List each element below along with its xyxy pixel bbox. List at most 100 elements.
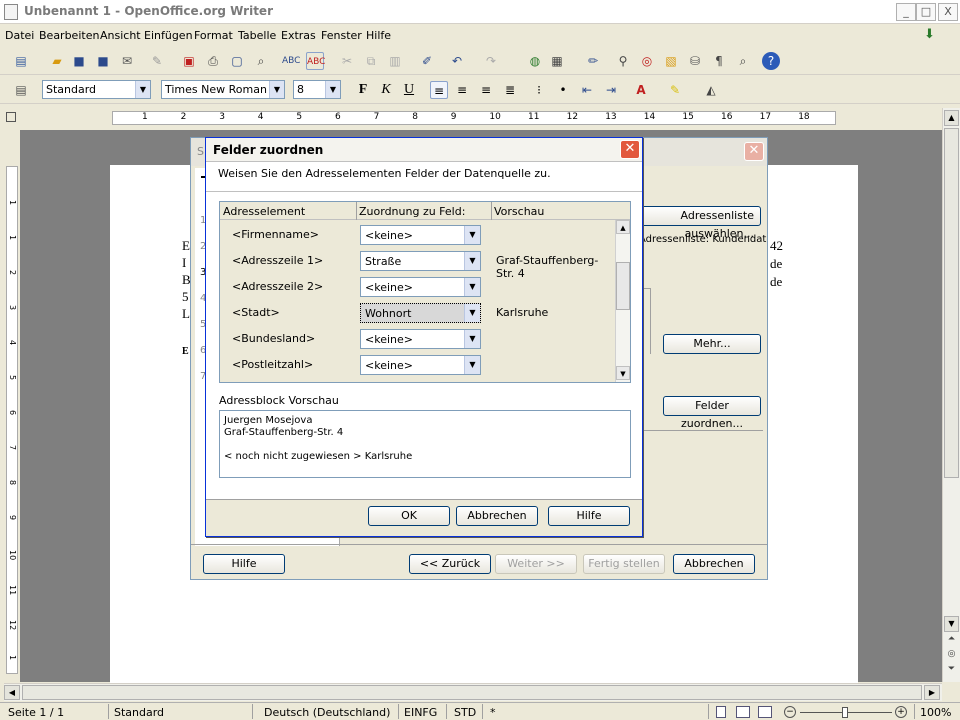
scrollbar-thumb[interactable] [944, 128, 959, 478]
page-style[interactable]: Standard [114, 706, 164, 719]
field-select[interactable]: <keine> ▼ [360, 225, 481, 245]
cut-icon[interactable]: ✂ [338, 52, 356, 70]
scroll-down-icon[interactable]: ▼ [944, 616, 959, 632]
wizard-close-icon[interactable]: ✕ [744, 142, 764, 161]
insert-mode[interactable]: EINFG [404, 706, 437, 719]
previous-page-icon[interactable]: ⏶ [944, 634, 959, 648]
chevron-down-icon[interactable]: ▼ [464, 304, 480, 322]
chevron-down-icon[interactable]: ▼ [325, 81, 340, 98]
bold-button[interactable]: F [354, 81, 372, 99]
align-right-icon[interactable]: ≡ [477, 81, 495, 99]
align-center-icon[interactable]: ≡ [453, 81, 471, 99]
bullets-icon[interactable]: • [554, 81, 572, 99]
font-size-combo[interactable]: 8 ▼ [293, 80, 341, 99]
selection-mode[interactable]: STD [454, 706, 476, 719]
assign-fields-button[interactable]: Felder zuordnen... [663, 396, 761, 430]
language-indicator[interactable]: Deutsch (Deutschland) [264, 706, 390, 719]
table-icon[interactable]: ▦ [548, 52, 566, 70]
data-sources-icon[interactable]: ⛁ [686, 52, 704, 70]
paste-icon[interactable]: ▥ [386, 52, 404, 70]
select-address-list-button[interactable]: Adressenliste auswählen... [637, 206, 761, 240]
export-pdf-icon[interactable]: ▣ [180, 52, 198, 70]
close-window-button[interactable]: X [938, 3, 958, 21]
wizard-cancel-button[interactable]: Abbrechen [673, 554, 755, 574]
underline-button[interactable]: U [400, 81, 418, 99]
table-scrollbar[interactable]: ▲ ▼ [615, 220, 630, 382]
email-icon[interactable]: ✉ [118, 52, 136, 70]
help-button[interactable]: Hilfe [548, 506, 630, 526]
navigation-icon[interactable]: ◎ [944, 649, 959, 663]
book-view-icon[interactable] [758, 706, 772, 718]
font-name-combo[interactable]: Times New Roman ▼ [161, 80, 285, 99]
wizard-next-button[interactable]: Weiter >> [495, 554, 577, 574]
zoom-level[interactable]: 100% [920, 706, 951, 719]
wizard-finish-button[interactable]: Fertig stellen [583, 554, 665, 574]
zoom-slider-handle[interactable] [842, 707, 848, 718]
navigator-icon[interactable]: ◎ [638, 52, 656, 70]
column-header-field[interactable]: Zuordnung zu Feld: [359, 205, 465, 218]
zoom-out-icon[interactable]: − [784, 706, 796, 718]
field-select[interactable]: <keine> ▼ [360, 355, 481, 375]
spellcheck-icon[interactable]: ABC [282, 52, 300, 70]
chevron-down-icon[interactable]: ▼ [269, 81, 284, 98]
scroll-up-icon[interactable]: ▲ [616, 220, 630, 234]
open-icon[interactable]: ▰ [48, 52, 66, 70]
print-icon[interactable]: ⎙ [204, 52, 222, 70]
paragraph-style-combo[interactable]: Standard ▼ [42, 80, 151, 99]
new-document-icon[interactable]: ▤ [12, 52, 30, 70]
scroll-left-icon[interactable]: ◀ [4, 685, 20, 700]
justify-icon[interactable]: ≣ [501, 81, 519, 99]
chevron-down-icon[interactable]: ▼ [464, 356, 480, 374]
help-icon[interactable]: ? [762, 52, 780, 70]
menu-tabelle[interactable]: Tabelle [238, 29, 276, 42]
gallery-icon[interactable]: ▧ [662, 52, 680, 70]
align-left-icon[interactable]: ≡ [430, 81, 448, 99]
single-page-view-icon[interactable] [716, 706, 726, 718]
zoom-icon[interactable]: ⌕ [734, 52, 752, 70]
minimize-button[interactable]: _ [896, 3, 916, 21]
field-select[interactable]: <keine> ▼ [360, 277, 481, 297]
numbering-icon[interactable]: ⁝ [530, 81, 548, 99]
scroll-down-icon[interactable]: ▼ [616, 366, 630, 380]
table-scrollbar-thumb[interactable] [616, 262, 630, 310]
tab-stop-selector[interactable] [6, 112, 16, 122]
edit-mode-icon[interactable]: ✎ [148, 52, 166, 70]
chevron-down-icon[interactable]: ▼ [135, 81, 150, 98]
increase-indent-icon[interactable]: ⇥ [602, 81, 620, 99]
copy-icon[interactable]: ⧉ [362, 52, 380, 70]
font-color-icon[interactable]: A [632, 81, 650, 99]
menu-fenster[interactable]: Fenster [321, 29, 362, 42]
download-update-icon[interactable]: ⬇ [924, 27, 940, 43]
decrease-indent-icon[interactable]: ⇤ [578, 81, 596, 99]
menu-bearbeiten[interactable]: Bearbeiten [39, 29, 99, 42]
scroll-up-icon[interactable]: ▲ [944, 110, 959, 126]
menu-extras[interactable]: Extras [281, 29, 316, 42]
find-replace-icon[interactable]: ⚲ [614, 52, 632, 70]
formatting-marks-icon[interactable]: ¶ [710, 52, 728, 70]
vertical-scrollbar[interactable]: ▲ ▼ ⏶ ◎ ⏷ [942, 108, 960, 682]
ok-button[interactable]: OK [368, 506, 450, 526]
save-icon[interactable]: ■ [70, 52, 88, 70]
more-button[interactable]: Mehr... [663, 334, 761, 354]
styles-formatting-icon[interactable]: ▤ [12, 81, 30, 99]
hscroll-thumb[interactable] [22, 685, 922, 700]
chevron-down-icon[interactable]: ▼ [464, 330, 480, 348]
menu-einfuegen[interactable]: Einfügen [144, 29, 193, 42]
zoom-preview-icon[interactable]: ⌕ [252, 52, 270, 70]
menu-format[interactable]: Format [194, 29, 233, 42]
chevron-down-icon[interactable]: ▼ [464, 278, 480, 296]
format-paintbrush-icon[interactable]: ✐ [418, 52, 436, 70]
redo-icon[interactable]: ↷ [482, 52, 500, 70]
background-color-icon[interactable]: ◭ [702, 81, 720, 99]
autospellcheck-icon[interactable]: ABC [306, 52, 325, 70]
hyperlink-icon[interactable]: ◍ [526, 52, 544, 70]
zoom-in-icon[interactable]: + [895, 706, 907, 718]
draw-functions-icon[interactable]: ✏ [584, 52, 602, 70]
menu-datei[interactable]: Datei [5, 29, 34, 42]
horizontal-scrollbar[interactable]: ◀ ▶ [4, 683, 942, 701]
cancel-button[interactable]: Abbrechen [456, 506, 538, 526]
field-select[interactable]: Straße ▼ [360, 251, 481, 271]
dialog-close-icon[interactable]: ✕ [620, 140, 640, 159]
next-page-icon[interactable]: ⏷ [944, 664, 959, 678]
menu-ansicht[interactable]: Ansicht [100, 29, 141, 42]
